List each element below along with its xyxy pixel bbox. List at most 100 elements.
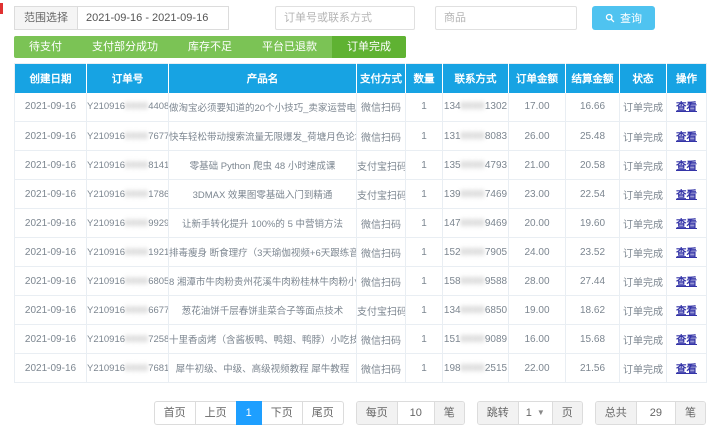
cell-order-amount: 24.00	[508, 237, 566, 267]
cell-quantity: 1	[405, 92, 443, 122]
cell-contact: 13188888083	[442, 121, 509, 151]
cell-product-name: 犀牛初级、中级、高级视频教程 犀牛教程	[168, 353, 357, 383]
cell-order-number: Y21091688881921	[86, 237, 169, 267]
cell-settle-amount: 23.52	[565, 237, 620, 267]
table-row: 2021-09-16 Y21091688886677 葱花油饼千层春饼韭菜合子等面点…	[14, 295, 707, 325]
cell-status: 订单完成	[619, 266, 667, 296]
table-row: 2021-09-16 Y21091688889929 让新手转化提升 100%的 5…	[14, 208, 707, 238]
column-header: 操作	[666, 63, 707, 93]
cell-product-name: 排毒瘦身 断食理疗（3天瑜伽视频+6天跟练音频）	[168, 237, 357, 267]
masked-segment: 8888	[460, 101, 485, 113]
per-page-unit: 笔	[434, 402, 464, 424]
cell-contact: 13488886850	[442, 295, 509, 325]
status-tab[interactable]: 库存不足	[173, 36, 247, 58]
table-row: 2021-09-16 Y21091688888141 零基础 Python 爬虫 4…	[14, 150, 707, 180]
view-link[interactable]: 查看	[676, 334, 697, 346]
masked-segment: 8888	[460, 159, 485, 171]
order-search-input[interactable]	[275, 6, 415, 30]
status-tab-bar: 待支付 支付部分成功 库存不足 平台已退款 订单完成	[14, 36, 406, 58]
cell-action: 查看	[666, 237, 707, 267]
cell-action: 查看	[666, 92, 707, 122]
view-link[interactable]: 查看	[676, 189, 697, 201]
cell-settle-amount: 22.54	[565, 179, 620, 209]
cell-contact: 13588884793	[442, 150, 509, 180]
status-tab[interactable]: 待支付	[14, 36, 77, 58]
cell-order-number: Y21091688884408	[86, 92, 169, 122]
page-select-value: 1	[525, 407, 532, 419]
column-header: 数量	[405, 63, 443, 93]
view-link[interactable]: 查看	[676, 305, 697, 317]
search-button[interactable]: 查询	[592, 6, 655, 30]
view-link[interactable]: 查看	[676, 218, 697, 230]
view-link[interactable]: 查看	[676, 131, 697, 143]
masked-segment: 8888	[460, 362, 485, 374]
last-page-button[interactable]: 尾页	[301, 401, 344, 425]
cell-action: 查看	[666, 295, 707, 325]
current-page-button[interactable]: 1	[235, 401, 262, 425]
cell-payment-method: 微信扫码	[356, 208, 406, 238]
cell-quantity: 1	[405, 150, 443, 180]
cell-status: 订单完成	[619, 237, 667, 267]
cell-product-name: 让新手转化提升 100%的 5 中营销方法	[168, 208, 357, 238]
cell-status: 订单完成	[619, 121, 667, 151]
cell-order-amount: 23.00	[508, 179, 566, 209]
search-button-label: 查询	[620, 13, 642, 25]
column-header: 订单金额	[508, 63, 566, 93]
cell-status: 订单完成	[619, 150, 667, 180]
view-link[interactable]: 查看	[676, 247, 697, 259]
cell-contact: 19888882515	[442, 353, 509, 383]
cell-create-date: 2021-09-16	[14, 266, 87, 296]
status-tab[interactable]: 支付部分成功	[77, 36, 173, 58]
cell-quantity: 1	[405, 266, 443, 296]
left-edge-watermark-artifact	[0, 3, 3, 14]
product-search-input[interactable]	[435, 6, 577, 30]
cell-payment-method: 支付宝扫码	[356, 150, 406, 180]
cell-create-date: 2021-09-16	[14, 237, 87, 267]
table-header-row: 创建日期 订单号 产品名 支付方式 数量 联系方式 订单金额 结算金额 状态 操作	[14, 63, 707, 93]
masked-segment: 8888	[125, 362, 149, 374]
table-body: 2021-09-16 Y21091688884408 做淘宝必须要知道的20个小技巧…	[14, 92, 707, 383]
cell-quantity: 1	[405, 324, 443, 354]
cell-payment-method: 支付宝扫码	[356, 295, 406, 325]
masked-segment: 8888	[125, 304, 149, 316]
cell-order-amount: 26.00	[508, 121, 566, 151]
column-header: 订单号	[86, 63, 169, 93]
orders-table: 创建日期 订单号 产品名 支付方式 数量 联系方式 订单金额 结算金额 状态 操作 2021-09…	[14, 63, 707, 383]
view-link[interactable]: 查看	[676, 276, 697, 288]
cell-quantity: 1	[405, 237, 443, 267]
column-header: 状态	[619, 63, 667, 93]
per-page-label: 每页	[356, 402, 397, 424]
cell-create-date: 2021-09-16	[14, 324, 87, 354]
cell-product-name: 快车轻松带动搜索流量无限爆发_荷塘月色论坛	[168, 121, 357, 151]
status-tab-active[interactable]: 订单完成	[332, 36, 406, 58]
column-header: 支付方式	[356, 63, 406, 93]
next-page-button[interactable]: 下页	[260, 401, 303, 425]
date-range-input[interactable]	[77, 6, 229, 30]
filter-bar: 范围选择 查询	[14, 6, 655, 30]
cell-quantity: 1	[405, 295, 443, 325]
jump-unit: 页	[552, 402, 582, 424]
cell-order-number: Y21091688887681	[86, 353, 169, 383]
view-link[interactable]: 查看	[676, 363, 697, 375]
cell-create-date: 2021-09-16	[14, 179, 87, 209]
cell-payment-method: 微信扫码	[356, 92, 406, 122]
prev-page-button[interactable]: 上页	[194, 401, 237, 425]
caret-down-icon: ▼	[536, 408, 545, 417]
masked-segment: 8888	[460, 217, 485, 229]
column-header: 创建日期	[14, 63, 87, 93]
page-select[interactable]: 1 ▼	[517, 402, 553, 424]
cell-order-number: Y21091688887258	[86, 324, 169, 354]
total-count: 29	[635, 402, 676, 424]
cell-action: 查看	[666, 150, 707, 180]
pagination-bar: 首页 上页 1 下页 尾页 每页 笔 跳转 1 ▼ 页 总共 29 笔	[153, 401, 706, 425]
first-page-button[interactable]: 首页	[153, 401, 196, 425]
cell-action: 查看	[666, 179, 707, 209]
cell-action: 查看	[666, 121, 707, 151]
view-link[interactable]: 查看	[676, 101, 697, 113]
status-tab[interactable]: 平台已退款	[247, 36, 332, 58]
masked-segment: 8888	[125, 333, 149, 345]
cell-contact: 14788889469	[442, 208, 509, 238]
masked-segment: 8888	[460, 275, 485, 287]
per-page-input[interactable]	[396, 402, 435, 424]
view-link[interactable]: 查看	[676, 160, 697, 172]
